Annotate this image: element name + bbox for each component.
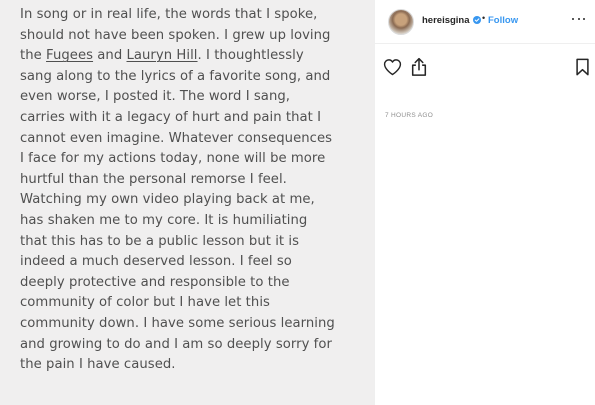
post-image: In song or in real life, the words that … — [0, 0, 374, 405]
heart-icon[interactable] — [383, 58, 402, 76]
caption-line: indeed a much deserved lesson. I feel so — [20, 254, 292, 270]
caption-line-text: the — [20, 48, 47, 64]
caption-line: cannot even imagine. Whatever consequenc… — [20, 130, 333, 146]
post-caption-text: In song or in real life, the words that … — [20, 5, 370, 376]
caption-line: has shaken me to my core. It is humiliat… — [20, 212, 308, 228]
caption-line: I face for my actions today, none will b… — [20, 151, 326, 167]
caption-line: the pain I have caused. — [20, 357, 176, 373]
more-options-icon[interactable] — [571, 12, 587, 24]
caption-line-text: and — [93, 48, 127, 64]
caption-line: community down. I have some serious lear… — [20, 315, 335, 331]
caption-line-text: . I thoughtlessly — [197, 48, 304, 64]
post-sidebar: hereisgina • Follow 7 HOURS AGO — [374, 0, 595, 405]
avatar[interactable] — [388, 9, 414, 35]
username-link[interactable]: hereisgina — [422, 15, 470, 26]
caption-line: Watching my own video playing back at me… — [20, 192, 315, 208]
caption-line: even worse, I posted it. The word I sang… — [20, 89, 291, 105]
caption-line: carries with it a legacy of hurt and pai… — [20, 109, 322, 125]
caption-line: that this has to be a public lesson but … — [20, 233, 300, 249]
verified-badge-icon — [473, 16, 481, 24]
post-header: hereisgina • Follow — [375, 0, 595, 44]
caption-line: and growing to do and I am so deeply sor… — [20, 336, 332, 352]
caption-line: In song or in real life, the words that … — [20, 7, 318, 22]
follow-button[interactable]: Follow — [488, 15, 518, 26]
caption-line: hurtful than the personal remorse I feel… — [20, 171, 287, 187]
caption-line: deeply protective and responsible to the — [20, 274, 290, 290]
tag-lauryn-hill: Lauryn Hill — [126, 48, 198, 64]
share-icon[interactable] — [410, 57, 428, 77]
header-separator: • — [482, 13, 486, 23]
caption-line: the Fugees and Lauryn Hill. I thoughtles… — [20, 46, 370, 67]
post-timestamp[interactable]: 7 HOURS AGO — [385, 112, 433, 119]
caption-line: should not have been spoken. I grew up l… — [20, 27, 331, 43]
bookmark-icon[interactable] — [575, 58, 590, 76]
caption-line: community of color but I have let this — [20, 295, 270, 311]
tag-fugees: Fugees — [46, 48, 94, 64]
caption-line: sang along to the lyrics of a favorite s… — [20, 68, 331, 84]
